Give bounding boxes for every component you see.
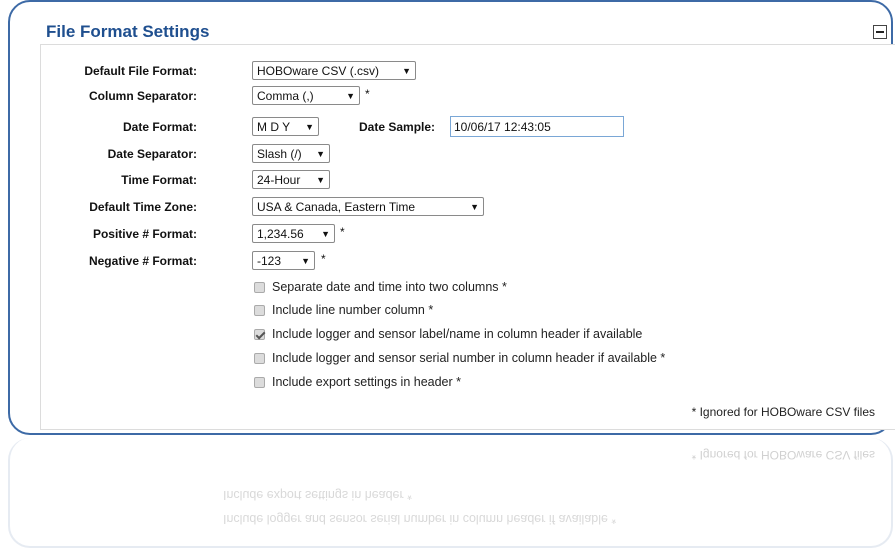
checkbox[interactable] bbox=[254, 352, 265, 364]
checkbox[interactable] bbox=[254, 304, 265, 316]
reflection-checkbox-label: Include logger and sensor serial number … bbox=[223, 512, 617, 526]
row-default-time-zone: Default Time Zone: USA & Canada, Eastern… bbox=[41, 197, 895, 217]
ignored-marker: * bbox=[321, 252, 326, 266]
row-date-format: Date Format: M D Y ▼ Date Sample: bbox=[41, 116, 895, 137]
row-negative-format: Negative # Format: -123 ▼ * bbox=[41, 251, 895, 271]
default-file-format-select[interactable]: HOBOware CSV (.csv) ▼ bbox=[252, 61, 416, 80]
triangle-down-icon: ▼ bbox=[470, 201, 479, 212]
negative-format-select[interactable]: -123 ▼ bbox=[252, 251, 315, 270]
column-separator-value: Comma (,) bbox=[257, 88, 314, 103]
default-file-format-value: HOBOware CSV (.csv) bbox=[257, 63, 380, 78]
checkbox-label: Separate date and time into two columns … bbox=[272, 280, 507, 294]
checkbox-label-name-header[interactable]: Include logger and sensor label/name in … bbox=[254, 325, 642, 343]
date-separator-value: Slash (/) bbox=[257, 146, 302, 161]
checkbox-export-settings-header[interactable]: Include export settings in header * bbox=[254, 373, 461, 391]
row-positive-format: Positive # Format: 1,234.56 ▼ * bbox=[41, 224, 895, 244]
collapse-icon[interactable] bbox=[873, 25, 887, 39]
positive-format-select[interactable]: 1,234.56 ▼ bbox=[252, 224, 335, 243]
panel-reflection: * Ignored for HOBOware CSV files Include… bbox=[8, 438, 893, 548]
checkbox-label: Include logger and sensor label/name in … bbox=[272, 327, 643, 341]
date-format-select[interactable]: M D Y ▼ bbox=[252, 117, 319, 136]
column-separator-label: Column Separator: bbox=[88, 89, 197, 103]
row-default-file-format: Default File Format: HOBOware CSV (.csv)… bbox=[41, 61, 895, 81]
checkbox[interactable] bbox=[254, 281, 265, 293]
checkbox-serial-number-header[interactable]: Include logger and sensor serial number … bbox=[254, 349, 665, 367]
date-separator-select[interactable]: Slash (/) ▼ bbox=[252, 144, 330, 163]
date-format-value: M D Y bbox=[257, 119, 291, 134]
checkbox-line-number[interactable]: Include line number column * bbox=[254, 301, 433, 319]
ignored-marker: * bbox=[340, 225, 345, 239]
date-sample-field[interactable] bbox=[450, 116, 624, 137]
row-time-format: Time Format: 24-Hour ▼ bbox=[41, 170, 895, 190]
panel-title: File Format Settings bbox=[46, 22, 210, 41]
positive-format-value: 1,234.56 bbox=[257, 226, 304, 241]
triangle-down-icon: ▼ bbox=[305, 121, 314, 132]
row-column-separator: Column Separator: Comma (,) ▼ * bbox=[41, 86, 895, 106]
date-format-label: Date Format: bbox=[122, 120, 197, 134]
row-date-separator: Date Separator: Slash (/) ▼ bbox=[41, 144, 895, 164]
default-time-zone-value: USA & Canada, Eastern Time bbox=[257, 199, 416, 214]
triangle-down-icon: ▼ bbox=[301, 255, 310, 266]
checkbox-label: Include logger and sensor serial number … bbox=[272, 351, 666, 365]
file-format-settings-panel: File Format Settings Default File Format… bbox=[8, 0, 895, 435]
time-format-label: Time Format: bbox=[121, 173, 197, 187]
checkbox-label: Include line number column * bbox=[272, 303, 434, 317]
ignored-marker: * bbox=[365, 87, 370, 101]
date-separator-label: Date Separator: bbox=[107, 147, 197, 161]
triangle-down-icon: ▼ bbox=[402, 65, 411, 76]
checkbox-separate-date-time[interactable]: Separate date and time into two columns … bbox=[254, 278, 507, 296]
default-time-zone-label: Default Time Zone: bbox=[89, 200, 197, 214]
checkbox[interactable] bbox=[254, 376, 265, 388]
default-time-zone-select[interactable]: USA & Canada, Eastern Time ▼ bbox=[252, 197, 484, 216]
reflection-footnote: * Ignored for HOBOware CSV files bbox=[691, 448, 875, 462]
settings-form: Default File Format: HOBOware CSV (.csv)… bbox=[40, 44, 895, 430]
time-format-select[interactable]: 24-Hour ▼ bbox=[252, 170, 330, 189]
checkbox-label: Include export settings in header * bbox=[272, 375, 462, 389]
date-sample-label: Date Sample: bbox=[359, 120, 436, 134]
negative-format-value: -123 bbox=[257, 253, 282, 268]
time-format-value: 24-Hour bbox=[257, 172, 301, 187]
reflection-checkbox-label: Include export settings in header * bbox=[223, 488, 413, 502]
triangle-down-icon: ▼ bbox=[321, 228, 330, 239]
negative-format-label: Negative # Format: bbox=[88, 254, 197, 268]
ignored-footnote: * Ignored for HOBOware CSV files bbox=[691, 405, 875, 419]
triangle-down-icon: ▼ bbox=[316, 174, 325, 185]
triangle-down-icon: ▼ bbox=[346, 90, 355, 101]
triangle-down-icon: ▼ bbox=[316, 148, 325, 159]
column-separator-select[interactable]: Comma (,) ▼ bbox=[252, 86, 360, 105]
checkmark-icon[interactable] bbox=[254, 328, 265, 340]
positive-format-label: Positive # Format: bbox=[92, 227, 197, 241]
default-file-format-label: Default File Format: bbox=[84, 64, 197, 78]
